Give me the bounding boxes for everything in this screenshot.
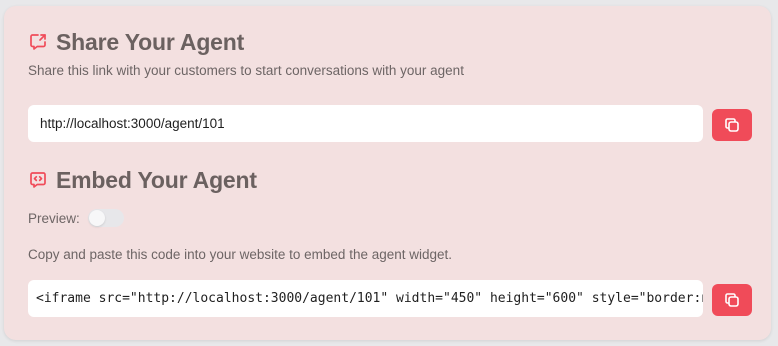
- share-section-title: Share Your Agent: [56, 28, 245, 55]
- copy-link-button[interactable]: [712, 109, 752, 141]
- embed-description: Copy and paste this code into your websi…: [28, 247, 453, 262]
- embed-code-field[interactable]: <iframe src="http://localhost:3000/agent…: [28, 280, 703, 317]
- code-message-icon: [28, 170, 48, 190]
- embed-section-header: Embed Your Agent: [28, 166, 257, 194]
- preview-label: Preview:: [28, 210, 80, 226]
- embed-section-title: Embed Your Agent: [56, 166, 257, 193]
- copy-icon: [725, 118, 739, 132]
- preview-toggle-knob: [88, 210, 105, 226]
- share-description: Share this link with your customers to s…: [28, 63, 464, 78]
- preview-toggle[interactable]: [87, 209, 124, 227]
- copy-icon: [725, 293, 739, 307]
- copy-embed-code-button[interactable]: [712, 284, 752, 316]
- share-link-field[interactable]: http://localhost:3000/agent/101: [28, 105, 703, 142]
- share-message-icon: [28, 32, 48, 52]
- preview-row: Preview:: [28, 208, 124, 228]
- share-embed-card: Share Your Agent Share this link with yo…: [4, 6, 771, 340]
- share-section-header: Share Your Agent: [28, 28, 244, 56]
